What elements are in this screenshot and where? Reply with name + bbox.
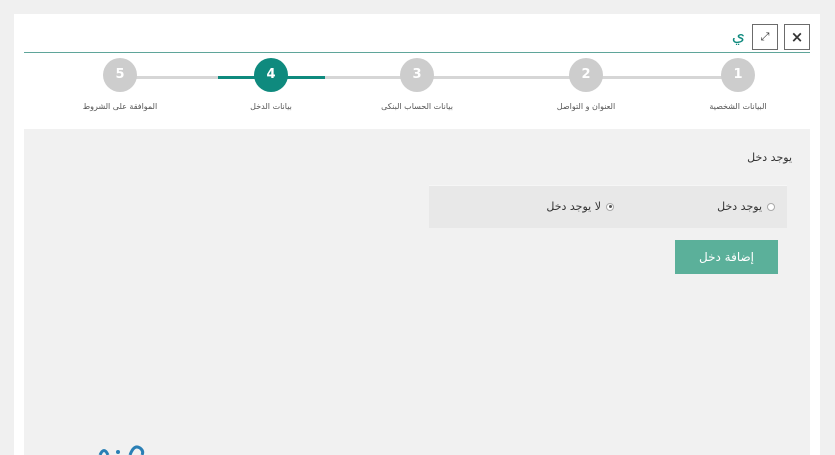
modal-dialog: ي ⤢ × 1 البيانات الشخصية 2 العنوان و الت… <box>14 14 820 455</box>
step-label: بيانات الدخل <box>250 102 292 111</box>
step-label: البيانات الشخصية <box>709 102 767 111</box>
step-circle: 1 <box>721 58 755 92</box>
radio-no-income[interactable]: لا يوجد دخل <box>546 200 614 213</box>
step-address-contact[interactable]: 2 العنوان و التواصل <box>516 58 656 111</box>
radio-has-income[interactable]: يوجد دخل <box>717 200 775 213</box>
radio-label: يوجد دخل <box>717 200 762 213</box>
step-circle: 4 <box>254 58 288 92</box>
step-label: بيانات الحساب البنكى <box>381 102 453 111</box>
step-circle: 3 <box>400 58 434 92</box>
step-terms-agreement[interactable]: 5 الموافقة على الشروط <box>50 58 190 111</box>
logo-fragment-icon <box>98 445 145 455</box>
expand-icon: ⤢ <box>760 30 770 43</box>
add-income-button[interactable]: إضافة دخل <box>675 240 778 274</box>
radio-unchecked-icon[interactable] <box>767 202 775 211</box>
income-question-label: يوجد دخل <box>747 151 792 164</box>
step-bank-account[interactable]: 3 بيانات الحساب البنكى <box>347 58 487 111</box>
progress-stepper: 1 البيانات الشخصية 2 العنوان و التواصل 3… <box>14 58 820 124</box>
modal-title: ي <box>731 26 745 46</box>
income-radio-group: يوجد دخل لا يوجد دخل <box>429 185 787 228</box>
step-label: الموافقة على الشروط <box>82 102 158 111</box>
header-divider <box>24 52 810 53</box>
expand-button[interactable]: ⤢ <box>752 24 778 50</box>
step-circle: 2 <box>569 58 603 92</box>
step-income-data[interactable]: 4 بيانات الدخل <box>201 58 341 111</box>
radio-label: لا يوجد دخل <box>546 200 601 213</box>
modal-header: ي ⤢ × <box>14 14 820 54</box>
step-label: العنوان و التواصل <box>556 102 616 111</box>
radio-checked-icon[interactable] <box>606 202 614 211</box>
step-circle: 5 <box>103 58 137 92</box>
close-icon: × <box>790 28 804 46</box>
step-personal-data[interactable]: 1 البيانات الشخصية <box>668 58 808 111</box>
income-form-panel: يوجد دخل يوجد دخل لا يوجد دخل إضافة دخل <box>24 129 810 455</box>
close-button[interactable]: × <box>784 24 810 50</box>
